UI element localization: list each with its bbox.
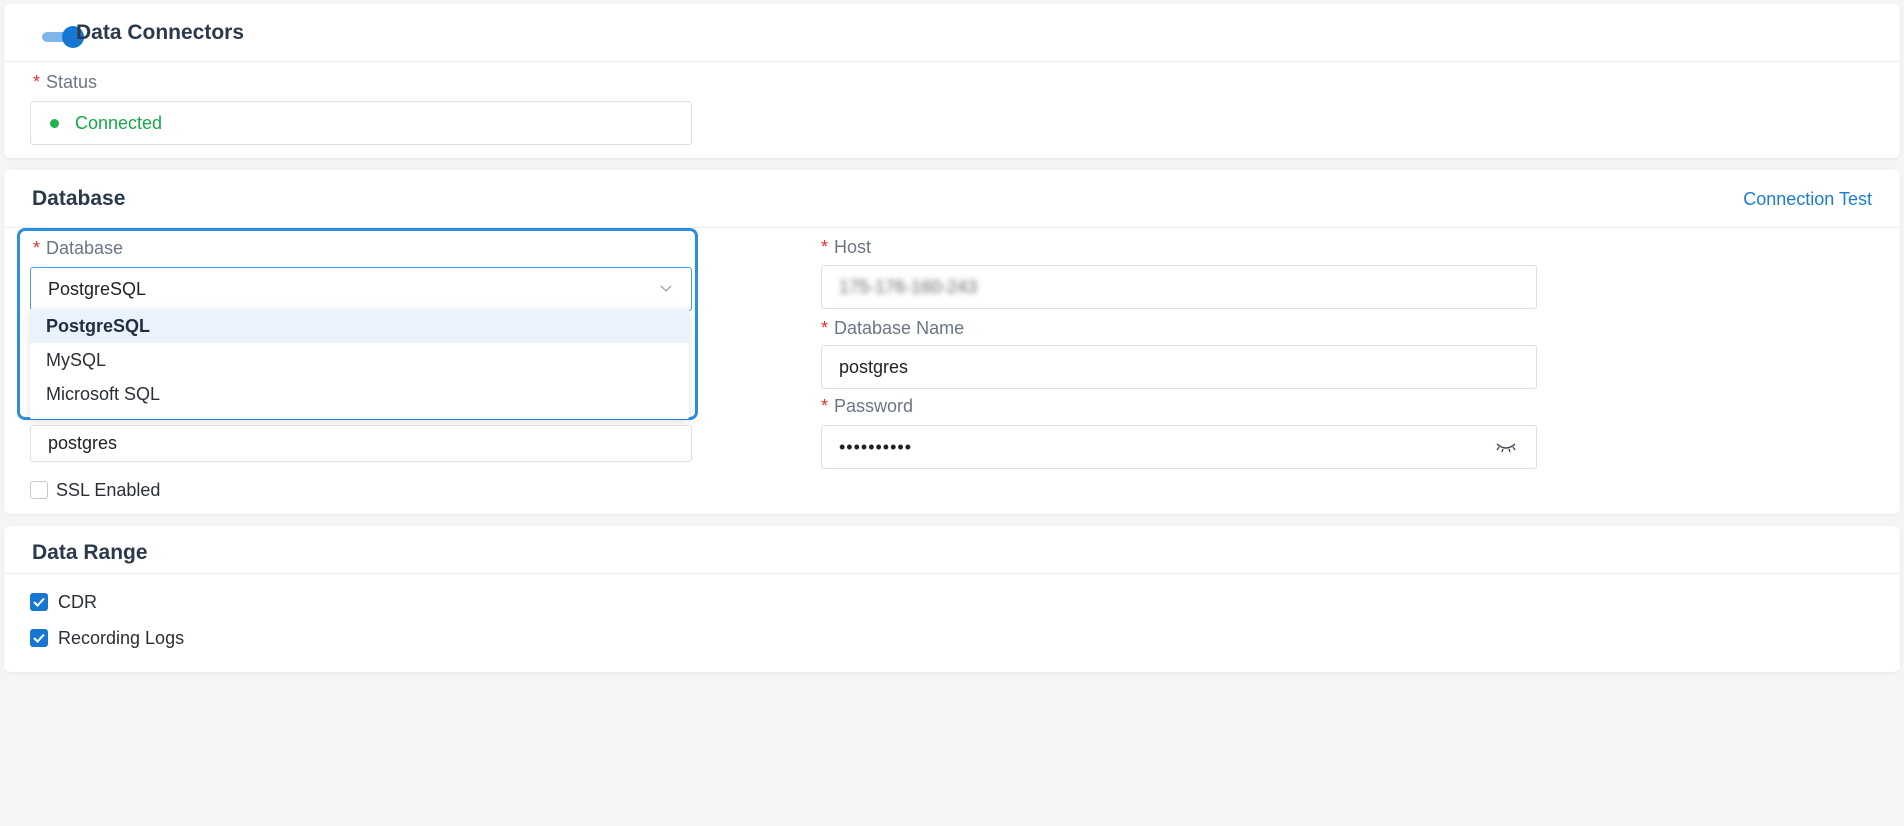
database-card: Database Connection Test * Database Postg… bbox=[4, 170, 1900, 514]
database-name-label: * Database Name bbox=[821, 318, 964, 339]
data-connectors-header: Data Connectors bbox=[4, 4, 1900, 62]
host-value: 175-176-160-243 bbox=[839, 277, 978, 297]
cdr-checkbox[interactable] bbox=[30, 593, 48, 611]
data-connectors-title: Data Connectors bbox=[76, 21, 245, 44]
required-marker: * bbox=[821, 237, 829, 257]
check-icon bbox=[33, 633, 45, 643]
username-value: postgres bbox=[48, 433, 118, 453]
data-range-title: Data Range bbox=[32, 541, 148, 564]
ssl-checkbox[interactable] bbox=[30, 481, 48, 499]
status-label: * Status bbox=[33, 72, 97, 93]
cdr-label: CDR bbox=[58, 592, 97, 612]
ssl-label: SSL Enabled bbox=[56, 480, 161, 500]
dropdown-option-mysql[interactable]: MySQL bbox=[30, 343, 689, 377]
password-value: •••••••••• bbox=[839, 437, 913, 457]
status-dot-icon bbox=[50, 119, 59, 128]
database-select-value: PostgreSQL bbox=[48, 279, 147, 299]
eye-closed-icon[interactable] bbox=[1494, 438, 1518, 456]
data-connectors-card: Data Connectors * Status Connected bbox=[4, 4, 1900, 158]
username-field[interactable]: postgres bbox=[30, 425, 692, 462]
status-field: Connected bbox=[30, 101, 692, 145]
recording-logs-checkbox[interactable] bbox=[30, 629, 48, 647]
connection-test-link[interactable]: Connection Test bbox=[1743, 189, 1872, 210]
required-marker: * bbox=[821, 318, 829, 338]
database-label-text: Database bbox=[46, 238, 124, 258]
required-marker: * bbox=[33, 238, 41, 258]
database-header: Database Connection Test bbox=[4, 170, 1900, 228]
host-label-text: Host bbox=[834, 237, 872, 257]
recording-logs-label: Recording Logs bbox=[58, 628, 185, 648]
status-label-text: Status bbox=[46, 72, 98, 92]
required-marker: * bbox=[821, 396, 829, 416]
database-name-label-text: Database Name bbox=[834, 318, 965, 338]
data-range-card: Data Range CDR Recording Logs bbox=[4, 526, 1900, 672]
database-title: Database bbox=[32, 187, 126, 210]
dropdown-option-postgresql[interactable]: PostgreSQL bbox=[30, 309, 689, 343]
database-name-value: postgres bbox=[839, 357, 909, 377]
required-marker: * bbox=[33, 72, 41, 92]
dropdown-option-mssql[interactable]: Microsoft SQL bbox=[30, 377, 689, 411]
check-icon bbox=[33, 597, 45, 607]
host-field[interactable]: 175-176-160-243 bbox=[821, 265, 1537, 309]
database-dropdown: PostgreSQL MySQL Microsoft SQL bbox=[30, 309, 689, 419]
database-select[interactable]: PostgreSQL bbox=[30, 267, 692, 311]
password-label-text: Password bbox=[834, 396, 914, 416]
host-label: * Host bbox=[821, 237, 871, 258]
chevron-down-icon bbox=[660, 285, 672, 292]
password-field[interactable]: •••••••••• bbox=[821, 425, 1537, 469]
database-name-field[interactable]: postgres bbox=[821, 345, 1537, 389]
database-label: * Database bbox=[33, 238, 123, 259]
status-value: Connected bbox=[75, 113, 163, 133]
data-range-header: Data Range bbox=[4, 526, 1900, 574]
password-label: * Password bbox=[821, 396, 913, 417]
